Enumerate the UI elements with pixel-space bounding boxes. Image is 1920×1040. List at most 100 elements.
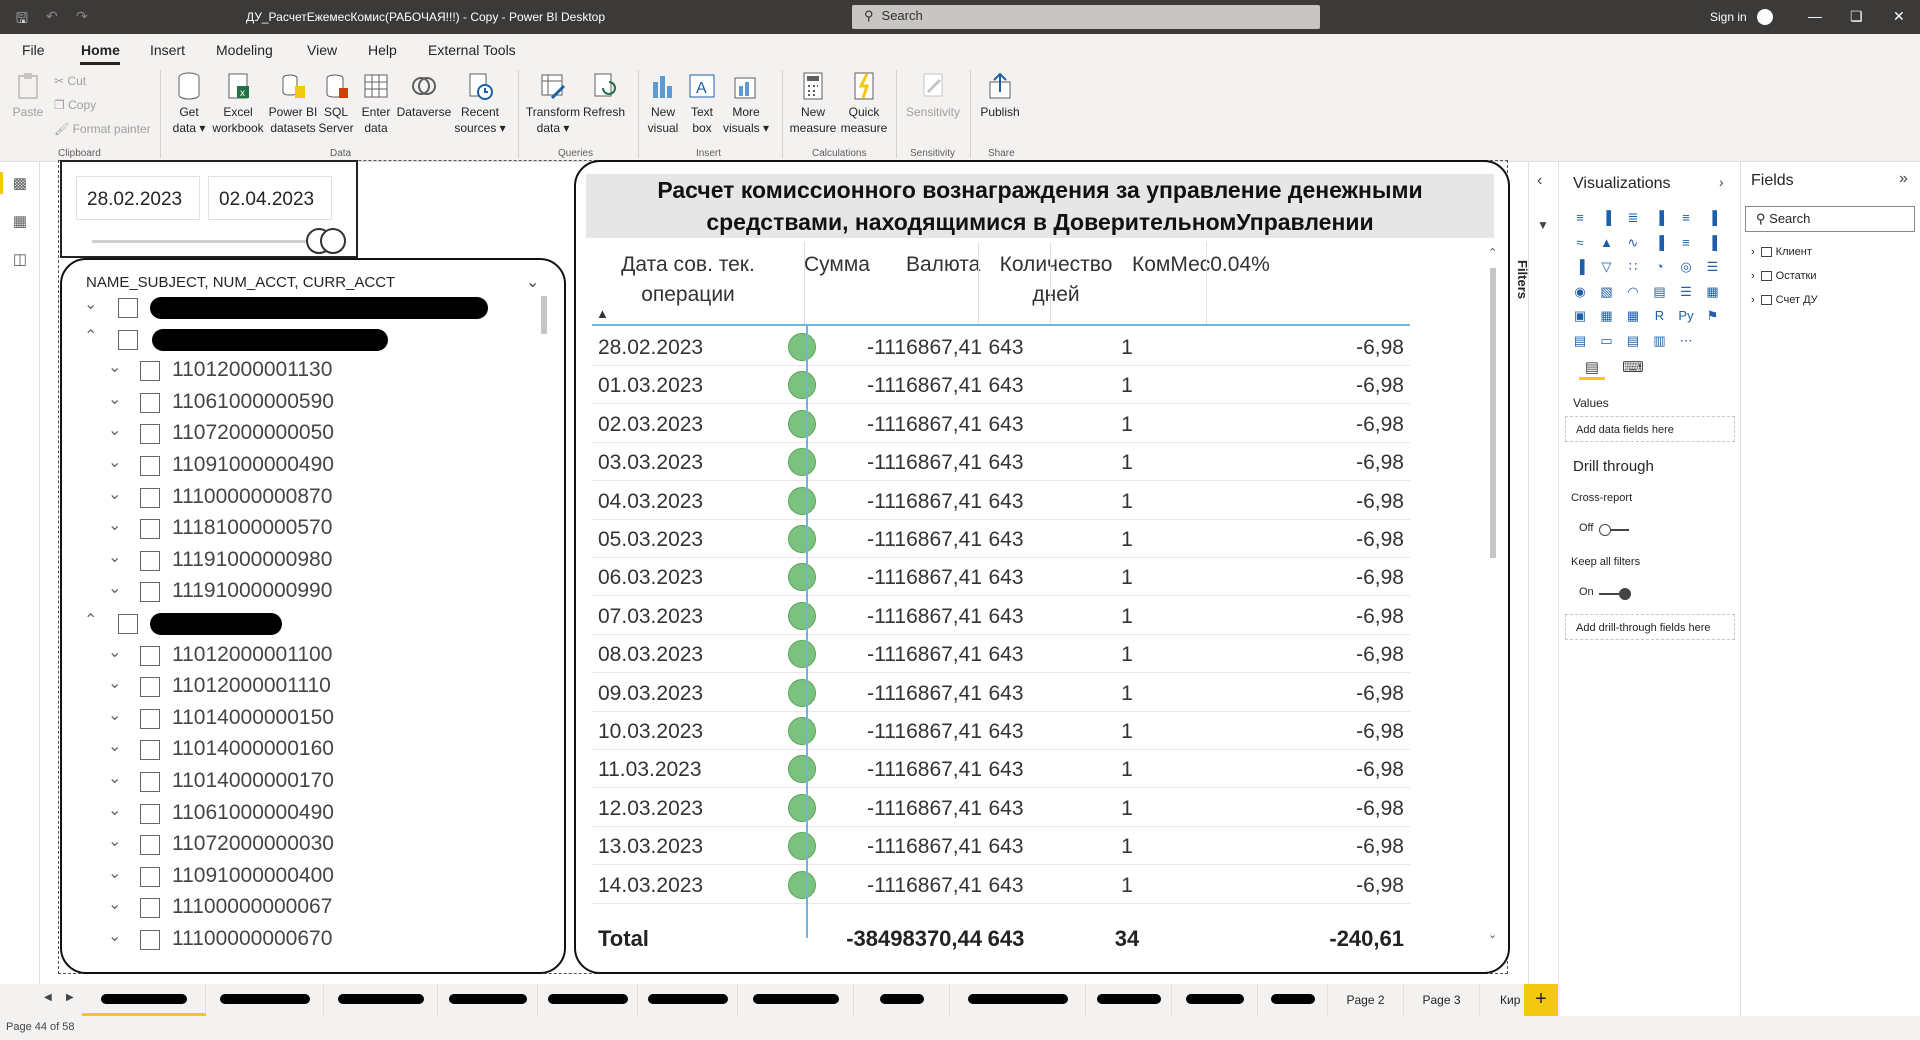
checkbox[interactable] xyxy=(140,930,160,950)
r-visual-icon[interactable]: R xyxy=(1651,308,1669,324)
matrix-icon[interactable]: ▦ xyxy=(1624,308,1642,324)
checkbox[interactable] xyxy=(140,424,160,445)
chevron-down-icon[interactable]: ⌄ xyxy=(108,389,121,409)
line-icon[interactable]: ≈ xyxy=(1571,235,1589,251)
slicer-account-item[interactable]: ⌄ 11100000000870 xyxy=(62,484,532,514)
table-scrollbar-thumb[interactable] xyxy=(1490,268,1496,558)
slicer-icon[interactable]: ▣ xyxy=(1571,308,1589,324)
chevron-down-icon[interactable]: ⌄ xyxy=(108,484,121,504)
search-input[interactable]: ⚲ Search xyxy=(852,5,1320,29)
chevron-down-icon[interactable]: ⌄ xyxy=(108,800,121,820)
chevron-up-icon[interactable]: ⌃ xyxy=(84,326,97,346)
chevron-down-icon[interactable]: ⌄ xyxy=(84,294,97,314)
scroll-up-icon[interactable]: ⌃ xyxy=(1488,246,1497,259)
100-column-icon[interactable]: ▐ xyxy=(1704,210,1722,226)
slicer-account-item[interactable]: ⌄ 11191000000990 xyxy=(62,578,532,608)
table-row[interactable]: 06.03.2023 -1116867,41 643 1 -6,98 xyxy=(592,558,1410,597)
area-icon[interactable]: ▲ xyxy=(1598,235,1616,251)
more-icon[interactable]: ⋯ xyxy=(1677,333,1695,349)
chevron-down-icon[interactable]: ⌄ xyxy=(108,357,121,377)
table-row[interactable]: 12.03.2023 -1116867,41 643 1 -6,98 xyxy=(592,789,1410,827)
checkbox[interactable] xyxy=(140,803,160,824)
table-row[interactable]: 03.03.2023 -1116867,41 643 1 -6,98 xyxy=(592,443,1410,482)
restore-icon[interactable]: ❏ xyxy=(1850,8,1863,25)
page-tab-redacted[interactable] xyxy=(438,984,538,1016)
page-tab-redacted[interactable] xyxy=(324,984,438,1016)
checkbox[interactable] xyxy=(140,487,160,508)
slicer-account-item[interactable]: ⌄ 11091000000400 xyxy=(62,863,532,893)
checkbox[interactable] xyxy=(140,361,160,382)
collapse-fields-icon[interactable]: » xyxy=(1899,170,1908,188)
transform-data-button[interactable]: Transform data ▾ xyxy=(524,70,582,136)
model-view-icon[interactable]: ◫ xyxy=(10,250,30,268)
page-tab-redacted[interactable] xyxy=(1172,984,1258,1016)
cut-button[interactable]: ✂ Cut xyxy=(54,74,86,88)
table-row[interactable]: 11.03.2023 -1116867,41 643 1 -6,98 xyxy=(592,750,1410,789)
fields-search-input[interactable]: ⚲ Search xyxy=(1745,206,1915,232)
page-tab-redacted[interactable] xyxy=(1258,984,1328,1016)
map-icon[interactable]: ◉ xyxy=(1571,284,1589,300)
prev-page-icon[interactable]: ◀ xyxy=(44,992,52,1003)
slicer-group-item[interactable]: ⌃ xyxy=(62,610,532,640)
slicer-account-item[interactable]: ⌄ 11014000000160 xyxy=(62,736,532,766)
slicer-group-item[interactable]: ⌃ xyxy=(62,326,532,356)
chevron-down-icon[interactable]: ⌄ xyxy=(108,673,121,693)
page-tab-page3[interactable]: Page 3 xyxy=(1404,984,1480,1016)
line-column-icon[interactable]: ▐ xyxy=(1651,235,1669,251)
sql-server-button[interactable]: SQL Server xyxy=(318,70,354,136)
checkbox[interactable] xyxy=(140,708,160,729)
publish-button[interactable]: Publish xyxy=(976,70,1024,120)
format-painter-button[interactable]: 🖌 Format painter xyxy=(54,122,151,136)
text-box-button[interactable]: A Text box xyxy=(684,70,720,136)
end-date-input[interactable]: 02.04.2023 xyxy=(208,176,332,220)
tab-home[interactable]: Home xyxy=(81,42,120,58)
checkbox[interactable] xyxy=(140,550,160,571)
donut-icon[interactable]: ◎ xyxy=(1677,259,1695,275)
page-tab-redacted[interactable] xyxy=(638,984,738,1016)
date-slider-track[interactable] xyxy=(92,240,312,243)
page-tab-redacted[interactable] xyxy=(950,984,1086,1016)
card-icon[interactable]: ▤ xyxy=(1651,284,1669,300)
column-header-days[interactable]: Количество дней xyxy=(980,250,1132,310)
pie-icon[interactable]: ◔ xyxy=(1651,259,1669,275)
paste-button[interactable]: Paste xyxy=(10,70,46,120)
tab-file[interactable]: File xyxy=(22,42,45,58)
key-influencers-icon[interactable]: ⚑ xyxy=(1704,308,1722,324)
chevron-down-icon[interactable]: ⌄ xyxy=(108,578,121,598)
page-tab-page2[interactable]: Page 2 xyxy=(1328,984,1404,1016)
field-table-client[interactable]: › Клиент xyxy=(1751,246,1812,258)
tab-view[interactable]: View xyxy=(307,42,337,58)
table-icon[interactable]: ▦ xyxy=(1598,308,1616,324)
dataverse-button[interactable]: Dataverse xyxy=(396,70,452,120)
checkbox[interactable] xyxy=(140,898,160,919)
field-table-balances[interactable]: › Остатки xyxy=(1751,270,1817,282)
column-header-amount[interactable]: Сумма xyxy=(766,250,908,280)
checkbox[interactable] xyxy=(140,677,160,698)
chevron-down-icon[interactable]: ⌄ xyxy=(108,515,121,535)
filters-label[interactable]: Filters xyxy=(1515,260,1530,299)
slicer-scrollbar[interactable] xyxy=(541,296,547,334)
decomposition-tree-icon[interactable]: ▤ xyxy=(1571,333,1589,349)
avatar[interactable] xyxy=(1757,9,1773,25)
add-page-button[interactable]: + xyxy=(1524,984,1558,1016)
table-row[interactable]: 14.03.2023 -1116867,41 643 1 -6,98 xyxy=(592,866,1410,904)
slicer-account-item[interactable]: ⌄ 11191000000980 xyxy=(62,547,532,577)
ribbon-icon[interactable]: ▐ xyxy=(1704,235,1722,251)
filters-pane-collapsed[interactable]: ‹ ▼ xyxy=(1528,162,1558,1022)
slicer-account-item[interactable]: ⌄ 11012000001130 xyxy=(62,357,532,387)
slicer-account-item[interactable]: ⌄ 11100000000067 xyxy=(62,894,532,924)
checkbox[interactable] xyxy=(140,866,160,887)
checkbox[interactable] xyxy=(140,582,160,603)
table-row[interactable]: 08.03.2023 -1116867,41 643 1 -6,98 xyxy=(592,635,1410,674)
slicer-account-item[interactable]: ⌄ 11091000000490 xyxy=(62,452,532,482)
redo-icon[interactable]: ↷ xyxy=(76,8,88,25)
scatter-icon[interactable]: ∷ xyxy=(1624,259,1642,275)
copy-button[interactable]: ❐ Copy xyxy=(54,98,96,112)
chevron-down-icon[interactable]: ⌄ xyxy=(108,452,121,472)
slicer-account-item[interactable]: ⌄ 11014000000150 xyxy=(62,705,532,735)
format-paint-roller-icon[interactable]: ⌨ xyxy=(1621,358,1645,380)
chevron-down-icon[interactable]: ⌄ xyxy=(108,768,121,788)
chevron-down-icon[interactable]: ⌄ xyxy=(108,926,121,946)
checkbox[interactable] xyxy=(140,456,160,476)
kpi-icon[interactable]: ▦ xyxy=(1704,284,1722,300)
